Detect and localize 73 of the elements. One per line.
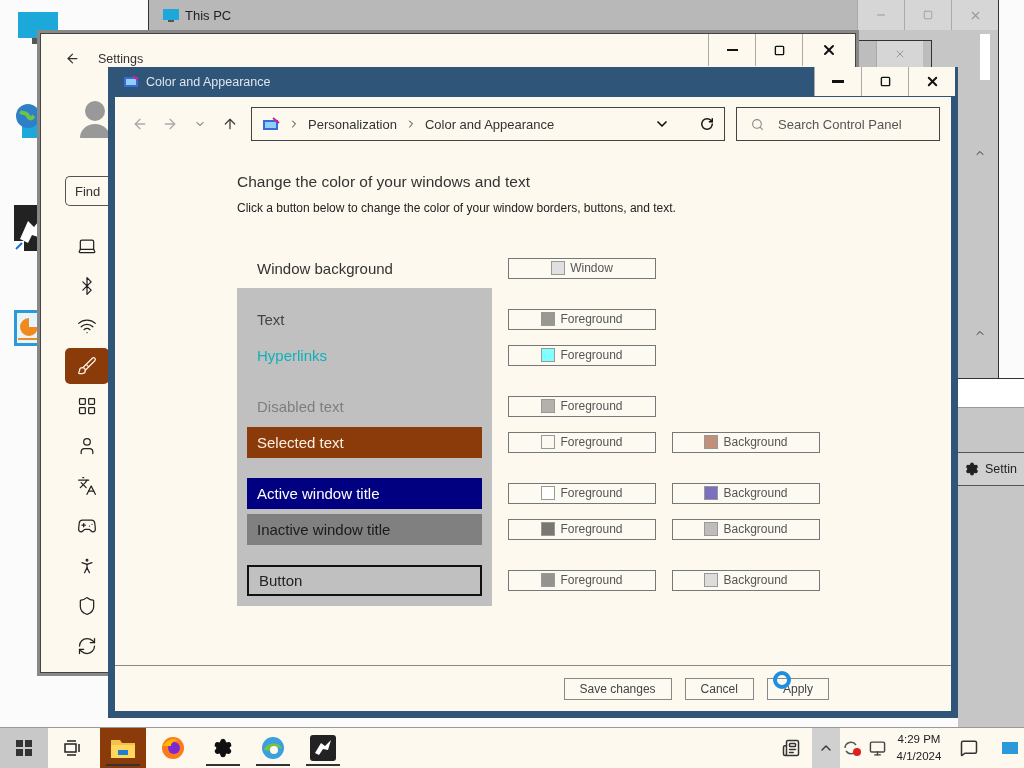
search-icon [751, 117, 764, 131]
color-button[interactable]: Foreground [508, 482, 656, 504]
color-button[interactable]: Background [672, 482, 820, 504]
preview-sample: Selected text [247, 426, 482, 458]
search-field[interactable]: Search Control Panel [736, 107, 940, 141]
refresh-icon[interactable] [700, 117, 714, 131]
maximize-icon [773, 44, 785, 56]
breadcrumb[interactable]: Color and Appearance [424, 116, 555, 132]
browser-icon [261, 736, 285, 760]
close-icon [894, 48, 906, 60]
maximize-button[interactable] [861, 67, 908, 96]
scrollbar[interactable] [980, 34, 990, 80]
preview-sample: Text [256, 309, 286, 330]
windows-logo-icon [16, 740, 32, 756]
window-title: Color and Appearance [146, 75, 271, 89]
heading: Change the color of your windows and text [237, 173, 531, 191]
sidebar-item[interactable] [65, 348, 109, 384]
taskbar-app[interactable] [100, 728, 146, 768]
up-arrow-icon[interactable] [222, 116, 238, 132]
preview-sample: Active window title [247, 477, 482, 509]
minimize-button[interactable] [814, 67, 861, 96]
settings-icon [965, 462, 979, 476]
preview-sample: Button [247, 564, 482, 596]
color-button[interactable]: Foreground [508, 518, 656, 540]
color-button[interactable]: Background [672, 518, 820, 540]
task-view-icon [63, 740, 81, 756]
apps-icon [77, 396, 97, 416]
control-panel-icon [262, 116, 280, 132]
color-button[interactable]: Background [672, 569, 820, 591]
start-button[interactable] [0, 728, 48, 768]
color-button[interactable]: Foreground [508, 569, 656, 591]
color-button[interactable]: Foreground [508, 395, 656, 417]
minimize-icon [726, 49, 738, 51]
time-icon [77, 476, 97, 496]
monitor-icon [163, 8, 179, 22]
privacy-icon [77, 596, 97, 616]
control-panel-icon [123, 75, 139, 89]
eagle-app-icon [310, 735, 336, 761]
window-title: This PC [185, 7, 232, 23]
news-icon [782, 739, 800, 757]
minimize-icon [832, 80, 844, 83]
close-icon [821, 42, 837, 58]
clock[interactable]: 4:29 PM 4/1/2024 [890, 728, 948, 768]
desktop-icon [1002, 742, 1018, 754]
dialog-button[interactable]: Save changes [563, 677, 672, 700]
preview-sample: Disabled text [256, 396, 345, 417]
address-bar[interactable]: Personalization Color and Appearance [251, 107, 725, 141]
menu-item[interactable]: Settin [985, 462, 1017, 476]
dialog-button[interactable]: Cancel [684, 677, 754, 700]
instruction-text: Click a button below to change the color of your window borders, buttons, and text. [237, 201, 677, 215]
window-title: Settings [98, 51, 144, 66]
color-button[interactable]: Foreground [508, 344, 656, 366]
browser-icon [161, 736, 185, 760]
chart-app-icon[interactable] [14, 310, 39, 346]
settings-icon [213, 738, 233, 758]
personalization-icon [77, 356, 97, 376]
network-icon [868, 739, 886, 757]
color-button[interactable]: Window [508, 257, 656, 279]
preview-sample: Inactive window title [247, 513, 482, 545]
color-button[interactable]: Foreground [508, 431, 656, 453]
folder-icon [110, 737, 136, 759]
maximize-icon [923, 10, 933, 20]
sync-alert-icon [842, 739, 862, 757]
maximize-icon [879, 76, 891, 87]
eagle-app-icon[interactable] [14, 205, 39, 251]
item-label: Window background [256, 258, 394, 279]
update-icon [77, 636, 97, 656]
close-button[interactable] [908, 67, 955, 96]
preview-sample: Hyperlinks [256, 345, 329, 366]
color-button[interactable]: Foreground [508, 308, 656, 330]
notification-icon [960, 739, 978, 757]
breadcrumb[interactable]: Personalization [308, 116, 397, 132]
color-button[interactable]: Background [672, 431, 820, 453]
